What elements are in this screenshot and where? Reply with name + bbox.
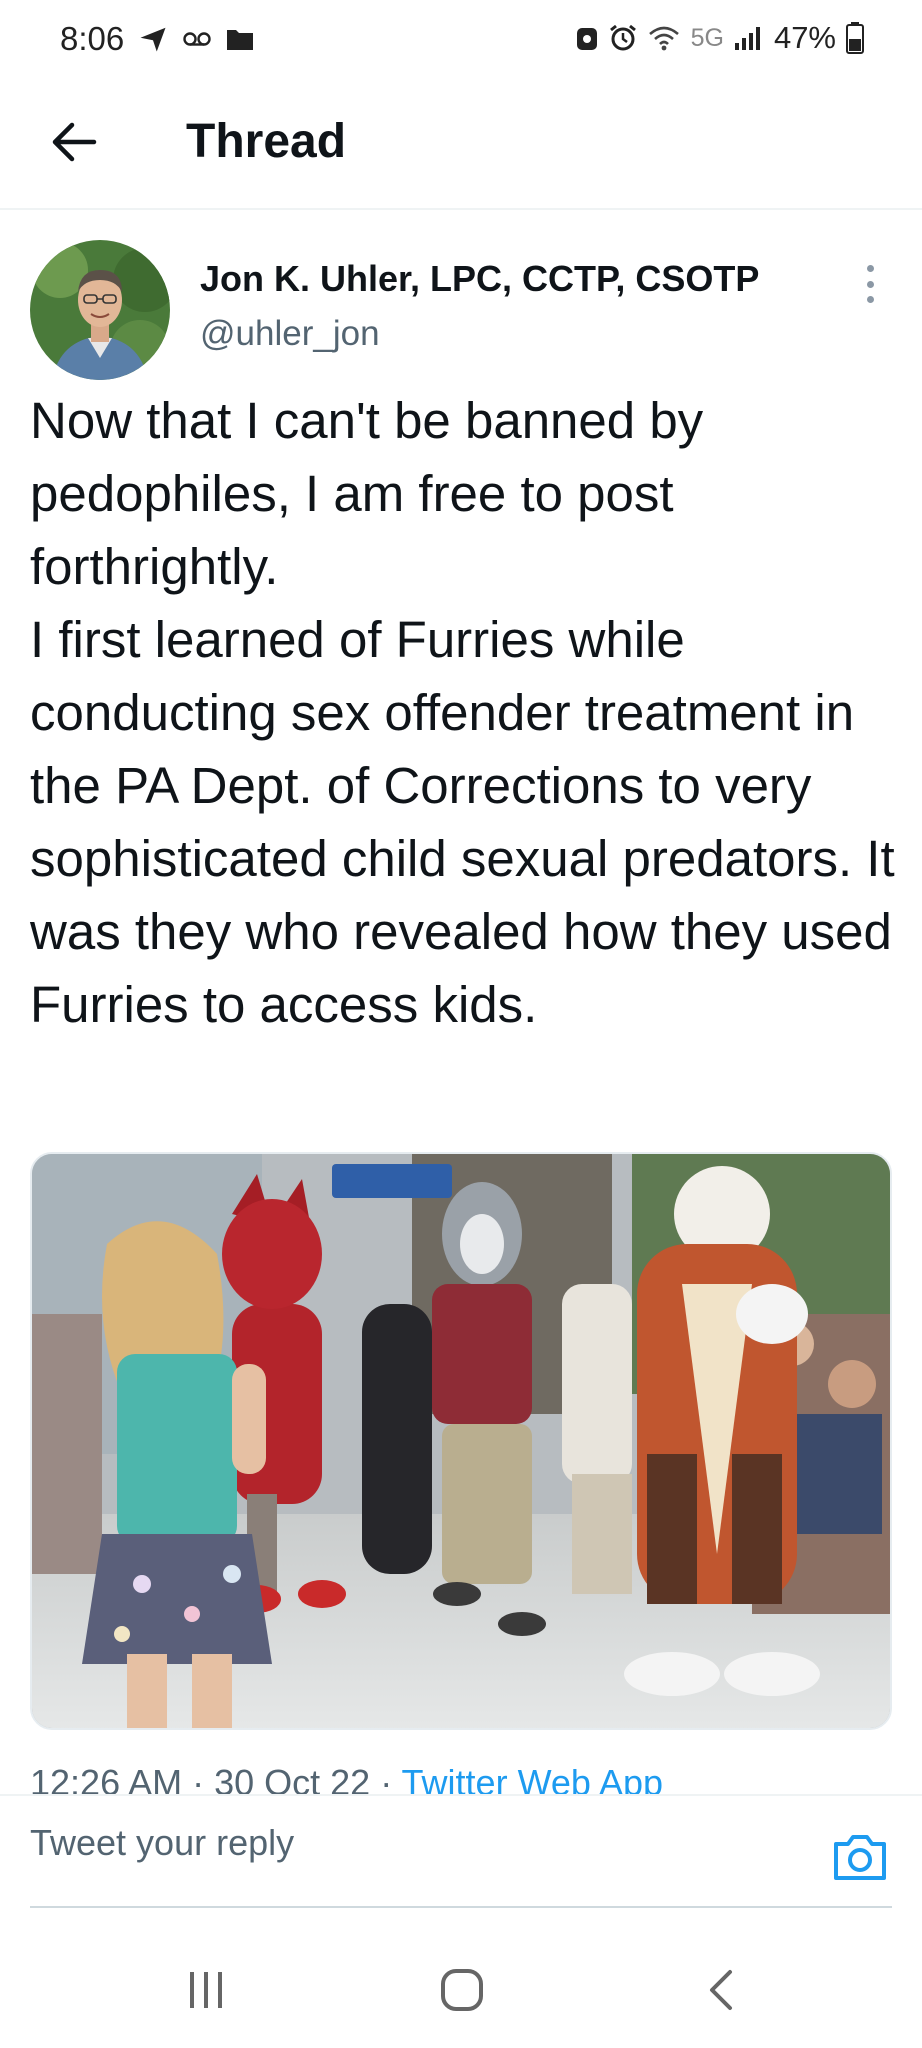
battery-icon [846, 22, 864, 54]
home-icon[interactable] [440, 1968, 484, 2012]
more-options-icon[interactable] [852, 262, 888, 306]
status-time: 8:06 [60, 20, 125, 57]
author-handle[interactable]: @uhler_jon [200, 314, 380, 354]
status-left: 8:06 [60, 20, 254, 58]
folder-icon [227, 30, 254, 50]
divider [30, 1906, 892, 1908]
tweet-photo[interactable] [30, 1152, 892, 1730]
thread-header: Thread [0, 84, 922, 210]
avatar[interactable] [30, 240, 170, 380]
status-bar: 8:06 5G 47% [0, 0, 922, 84]
back-button[interactable] [44, 112, 104, 172]
camera-icon [834, 1835, 886, 1880]
tweet-paragraph: Now that I can't be banned by pedophiles… [30, 392, 704, 595]
camera-button[interactable] [832, 1832, 888, 1882]
author-name[interactable]: Jon K. Uhler, LPC, CCTP, CSOTP [200, 258, 759, 300]
signal-icon [734, 27, 760, 50]
page-title: Thread [186, 115, 347, 168]
send-icon [140, 27, 166, 52]
arrow-left-icon [52, 122, 97, 162]
battery-percent: 47% [773, 20, 836, 55]
voicemail-icon [183, 32, 211, 46]
wifi-icon [648, 26, 679, 51]
alarm-icon [609, 24, 636, 51]
back-icon[interactable] [706, 1968, 736, 2012]
reply-input[interactable]: Tweet your reply [30, 1822, 294, 1864]
tweet-paragraph: I first learned of Furries while conduct… [30, 611, 895, 1033]
reply-bar: Tweet your reply [0, 1794, 922, 1912]
status-right: 5G 47% [575, 20, 864, 56]
tweet-text: Now that I can't be banned by pedophiles… [30, 384, 900, 1041]
recent-apps-icon[interactable] [186, 1968, 226, 2012]
network-type: 5G [690, 23, 724, 52]
security-icon [576, 28, 597, 50]
system-navbar [0, 1930, 922, 2048]
